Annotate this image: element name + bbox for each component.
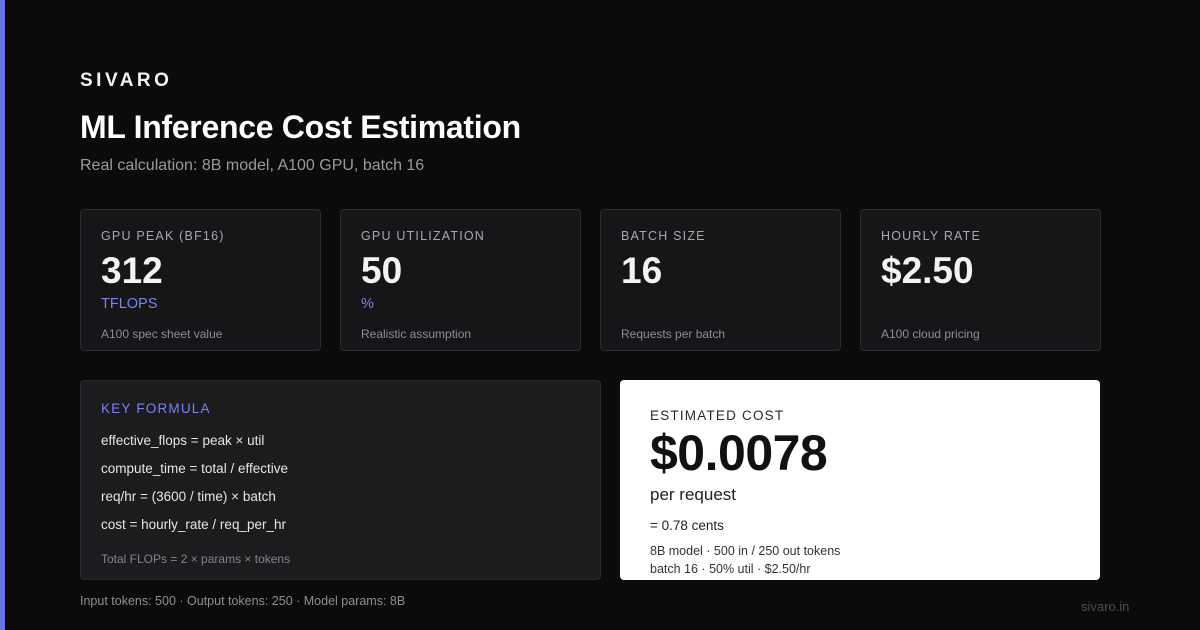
- stat-card-note: A100 spec sheet value: [101, 327, 223, 341]
- stat-card-value: 16: [621, 250, 663, 291]
- formula-line: cost = hourly_rate / req_per_hr: [101, 517, 286, 532]
- page-subtitle: Real calculation: 8B model, A100 GPU, ba…: [80, 157, 425, 174]
- stat-card-value: 312: [101, 250, 163, 291]
- stat-card-label: HOURLY RATE: [881, 229, 982, 243]
- brand-logo: SIVARO: [80, 70, 173, 91]
- stat-card-value: $2.50: [881, 250, 974, 291]
- cost-per-request: per request: [650, 485, 736, 504]
- accent-bar: [0, 0, 5, 630]
- stat-card-label: GPU UTILIZATION: [361, 229, 486, 243]
- stat-card-unit: TFLOPS: [101, 296, 158, 312]
- page: SIVARO ML Inference Cost Estimation Real…: [0, 0, 1200, 630]
- footer-inputs-summary: Input tokens: 500 · Output tokens: 250 ·…: [80, 594, 406, 608]
- formula-line: req/hr = (3600 / time) × batch: [101, 489, 276, 504]
- stat-card-note: Realistic assumption: [361, 327, 472, 341]
- formula-line: compute_time = total / effective: [101, 461, 288, 476]
- estimated-cost-card: ESTIMATED COST $0.0078 per request = 0.7…: [620, 380, 1100, 580]
- cost-detail-line: 8B model · 500 in / 250 out tokens: [650, 544, 841, 558]
- stat-card-hourly-rate: HOURLY RATE $2.50 A100 cloud pricing: [860, 209, 1101, 351]
- cost-detail-line: batch 16 · 50% util · $2.50/hr: [650, 562, 811, 576]
- footer-site-url: sivaro.in: [1081, 599, 1130, 614]
- page-title: ML Inference Cost Estimation: [80, 109, 521, 145]
- stat-card-unit: %: [361, 296, 374, 312]
- stat-card-batch-size: BATCH SIZE 16 Requests per batch: [600, 209, 841, 351]
- formula-note: Total FLOPs = 2 × params × tokens: [101, 552, 291, 566]
- stat-card-note: Requests per batch: [621, 327, 726, 341]
- stat-card-label: BATCH SIZE: [621, 229, 706, 243]
- formula-card: KEY FORMULA effective_flops = peak × uti…: [80, 380, 601, 580]
- stat-card-label: GPU PEAK (BF16): [101, 229, 225, 243]
- cost-label: ESTIMATED COST: [650, 408, 785, 423]
- stat-card-note: A100 cloud pricing: [881, 327, 980, 341]
- formula-line: effective_flops = peak × util: [101, 433, 265, 448]
- cost-value: $0.0078: [650, 425, 828, 481]
- formula-heading: KEY FORMULA: [101, 401, 211, 416]
- stat-card-gpu-utilization: GPU UTILIZATION 50 % Realistic assumptio…: [340, 209, 581, 351]
- stat-card-value: 50: [361, 250, 403, 291]
- stat-card-gpu-peak: GPU PEAK (BF16) 312 TFLOPS A100 spec she…: [80, 209, 321, 351]
- cost-in-cents: = 0.78 cents: [650, 518, 724, 533]
